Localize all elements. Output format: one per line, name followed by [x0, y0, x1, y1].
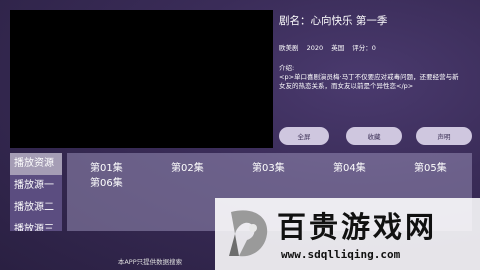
show-title: 剧名：心向快乐 第一季: [279, 15, 388, 27]
show-category: 欧美剧: [279, 44, 299, 52]
episode-item[interactable]: 第01集: [90, 159, 123, 174]
source-list: 播放资源 播放源一 播放源二 播放源三: [10, 153, 62, 231]
source-item-resources[interactable]: 播放资源: [10, 153, 62, 175]
intro-label: 介绍:: [279, 64, 295, 72]
source-item-one[interactable]: 播放源一: [10, 175, 62, 197]
episode-item[interactable]: 第06集: [90, 174, 123, 189]
show-meta: 欧美剧 2020 英国 评分：0: [279, 42, 474, 52]
episode-item[interactable]: 第04集: [333, 159, 366, 174]
episode-item[interactable]: 第05集: [414, 159, 447, 174]
leaf-logo-icon: [225, 204, 273, 262]
source-item-three[interactable]: 播放源三: [10, 219, 62, 231]
source-item-two[interactable]: 播放源二: [10, 197, 62, 219]
show-info: 剧名：心向快乐 第一季 欧美剧 2020 英国 评分：0 介绍: <p>单口喜剧…: [279, 10, 474, 91]
favorite-button[interactable]: 收藏: [346, 127, 402, 145]
show-region: 英国: [331, 44, 345, 52]
episode-item[interactable]: 第02集: [171, 159, 204, 174]
watermark-url: www.sdqlliqing.com: [281, 248, 401, 261]
watermark: 百贵游戏网 www.sdqlliqing.com: [215, 198, 480, 270]
episode-item[interactable]: 第03集: [252, 159, 285, 174]
intro-text: <p>单口喜剧演员梅·马丁不仅要应对戒毒问题，还要经营与新女友的热恋关系，而女友…: [279, 73, 459, 90]
statement-button[interactable]: 声明: [416, 127, 472, 145]
show-score: 评分：0: [352, 44, 376, 52]
fullscreen-button[interactable]: 全屏: [279, 127, 329, 145]
watermark-text: 百贵游戏网: [277, 210, 438, 244]
video-player[interactable]: [10, 10, 273, 148]
show-year: 2020: [306, 44, 324, 52]
